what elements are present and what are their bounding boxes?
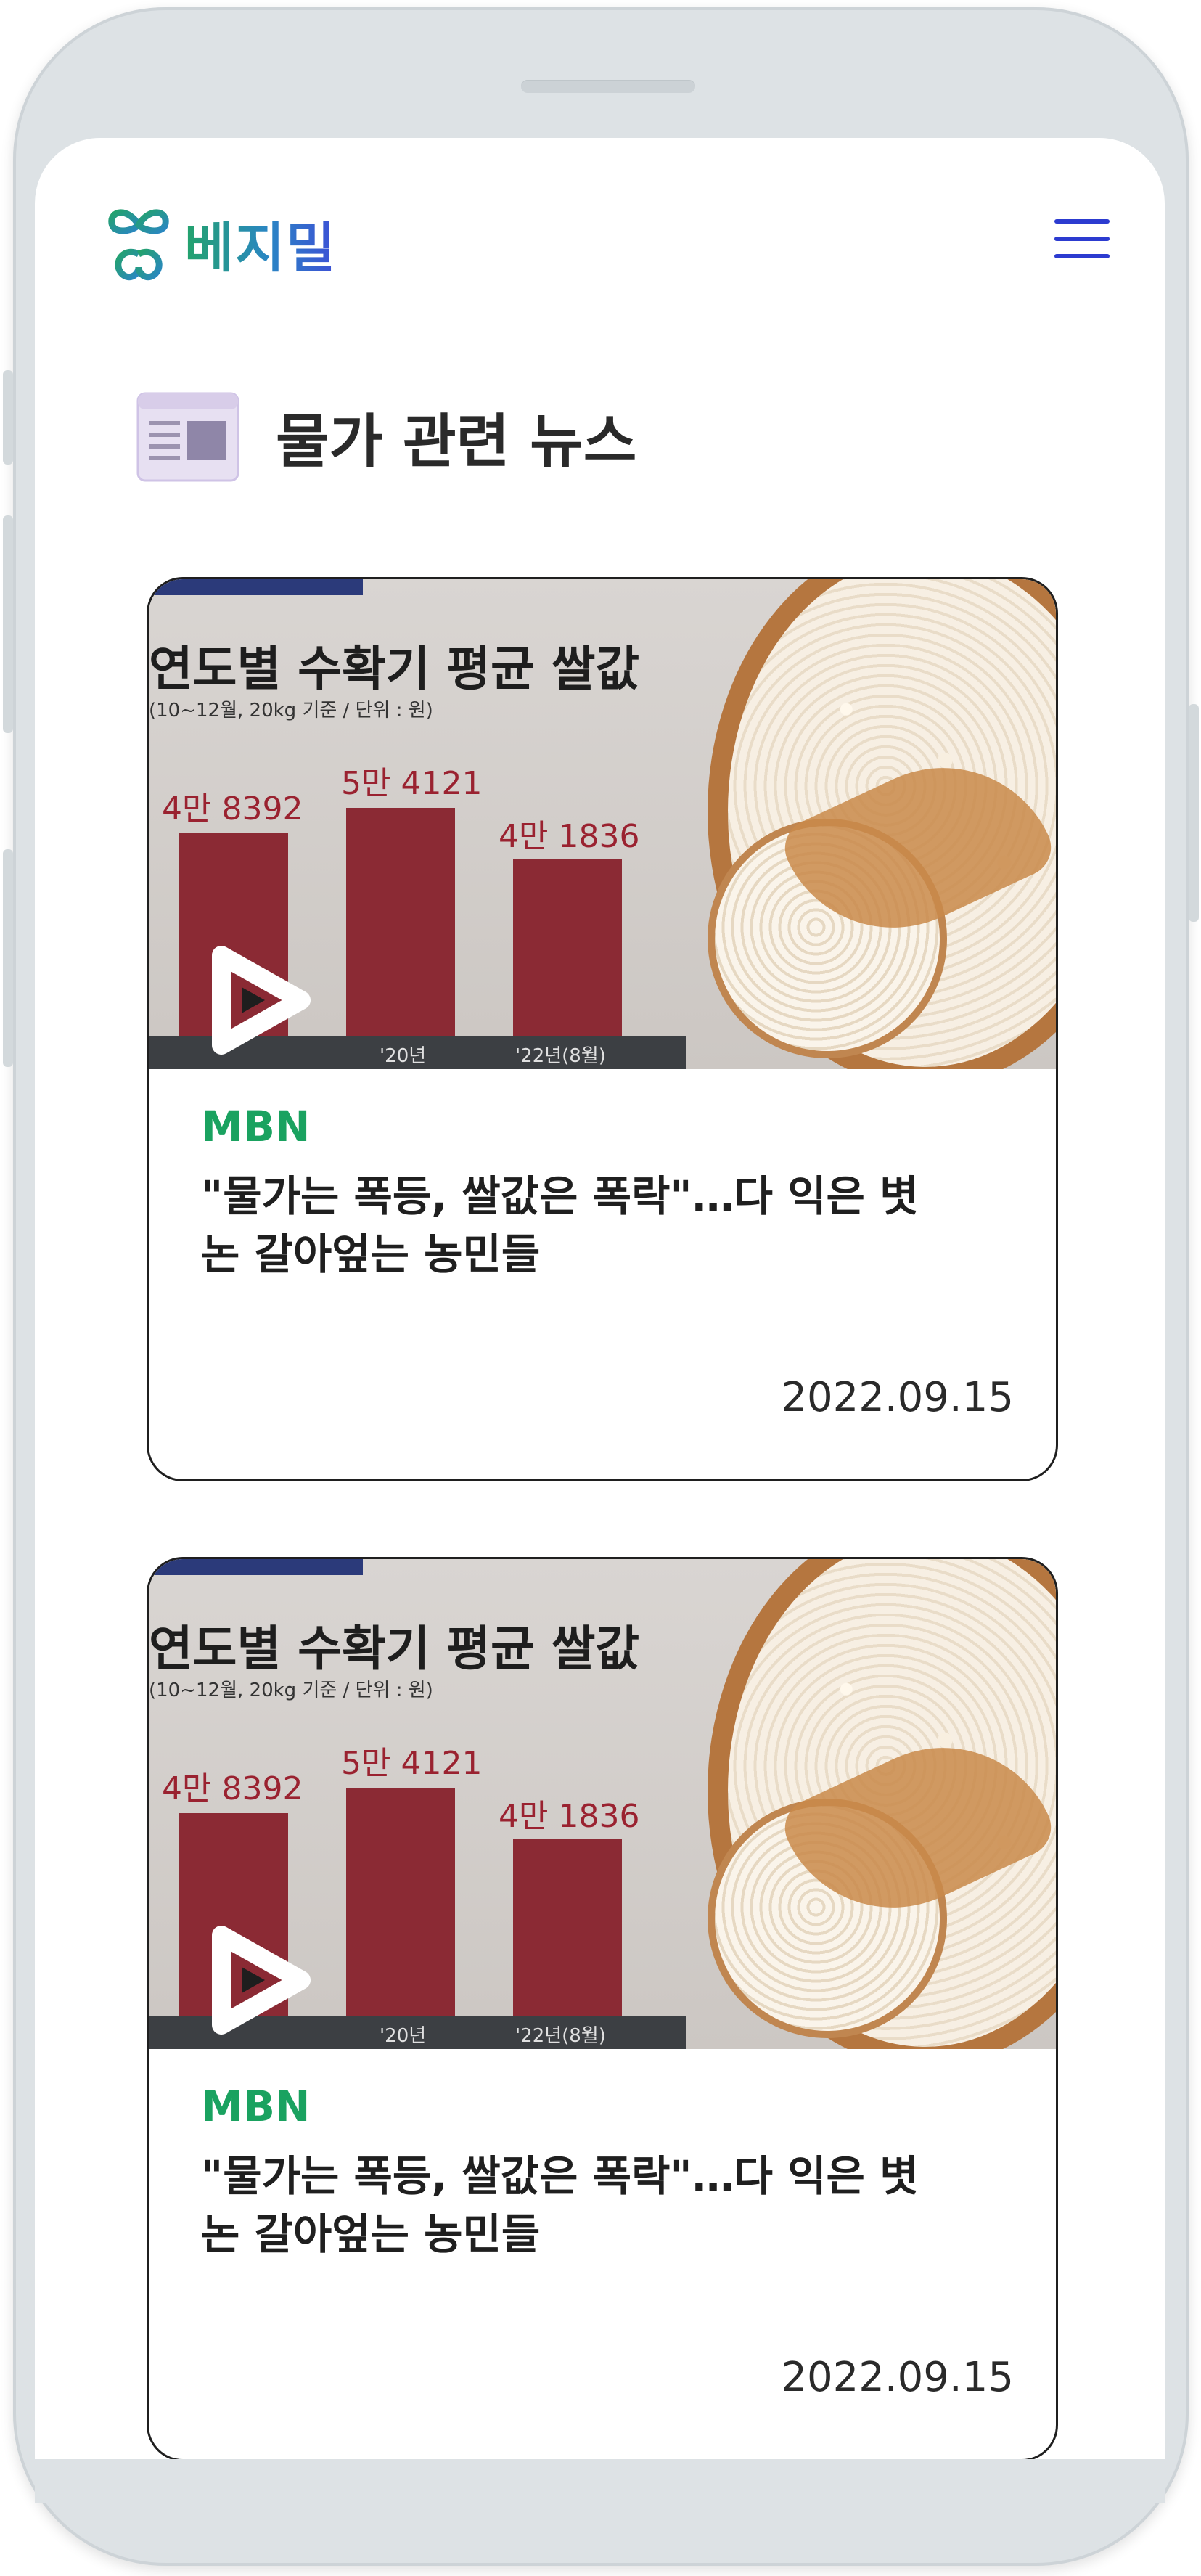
chart-bar-label: 5만 4121: [341, 765, 483, 802]
play-icon[interactable]: [200, 942, 316, 1058]
chart-bar-label: 4만 1836: [499, 818, 640, 855]
chart-axis-label: '20년: [380, 1045, 427, 1067]
sprout-logo-icon: [108, 209, 169, 281]
news-headline[interactable]: "물가는 폭등, 쌀값은 폭락"…다 익은 볏논 갈아엎는 농민들: [201, 1167, 927, 1283]
thumbnail-subtitle: (10~12월, 20kg 기준 / 단위 : 원): [149, 700, 433, 721]
news-thumbnail[interactable]: 연도별 수확기 평균 쌀값 (10~12월, 20kg 기준 / 단위 : 원)…: [149, 1559, 1056, 2049]
thumbnail-title: 연도별 수확기 평균 쌀값: [149, 641, 640, 697]
chart-bar-label: 4만 1836: [499, 1798, 640, 1835]
hamburger-menu-icon: [1054, 254, 1110, 258]
chart-bar: [346, 1788, 455, 2016]
thumbnail-title: 연도별 수확기 평균 쌀값: [149, 1621, 640, 1677]
chart-axis-label: '22년(8월): [515, 1045, 606, 1067]
chart-bar-label: 4만 8392: [162, 1770, 303, 1807]
play-icon[interactable]: [200, 1922, 316, 2038]
newspaper-icon: [136, 392, 239, 482]
menu-button[interactable]: [1054, 219, 1110, 263]
chart-bar: [513, 1839, 622, 2016]
news-card[interactable]: 연도별 수확기 평균 쌀값 (10~12월, 20kg 기준 / 단위 : 원)…: [147, 577, 1058, 1481]
app-header: 베지밀: [35, 138, 1165, 312]
chart-bar-label: 5만 4121: [341, 1745, 483, 1782]
news-thumbnail[interactable]: 연도별 수확기 평균 쌀값 (10~12월, 20kg 기준 / 단위 : 원)…: [149, 579, 1056, 1069]
brand-name: 베지밀: [184, 205, 337, 282]
phone-side-button: [3, 849, 13, 1067]
chart-axis-label: '20년: [380, 2025, 427, 2047]
phone-side-button: [3, 370, 13, 465]
chart-axis-label: '22년(8월): [515, 2025, 606, 2047]
chart-bar-label: 4만 8392: [162, 790, 303, 827]
news-card[interactable]: 연도별 수확기 평균 쌀값 (10~12월, 20kg 기준 / 단위 : 원)…: [147, 1557, 1058, 2461]
phone-speaker: [521, 80, 695, 93]
section-title: 물가 관련 뉴스: [276, 408, 637, 475]
hamburger-menu-icon: [1054, 237, 1110, 241]
thumbnail-caption-bar: [149, 579, 363, 595]
phone-side-button: [1189, 704, 1199, 922]
brand-logo[interactable]: 베지밀: [106, 203, 337, 283]
thumbnail-caption-bar: [149, 1559, 363, 1575]
phone-bottom-bezel: [35, 2459, 1165, 2503]
news-headline[interactable]: "물가는 폭등, 쌀값은 폭락"…다 익은 볏논 갈아엎는 농민들: [201, 2147, 927, 2263]
news-date: 2022.09.15: [781, 2354, 1014, 2401]
thumbnail-subtitle: (10~12월, 20kg 기준 / 단위 : 원): [149, 1680, 433, 1701]
chart-bar: [346, 808, 455, 1036]
news-source: MBN: [201, 2082, 311, 2131]
phone-side-button: [3, 515, 13, 733]
news-date: 2022.09.15: [781, 1374, 1014, 1421]
chart-bar: [513, 859, 622, 1036]
section-header: 물가 관련 뉴스: [136, 392, 636, 482]
news-source: MBN: [201, 1102, 311, 1151]
hamburger-menu-icon: [1054, 219, 1110, 224]
screen: 베지밀 물가 관련 뉴스 연도별 수확기 평균 쌀값 (10~12월, 20kg…: [35, 138, 1165, 2461]
